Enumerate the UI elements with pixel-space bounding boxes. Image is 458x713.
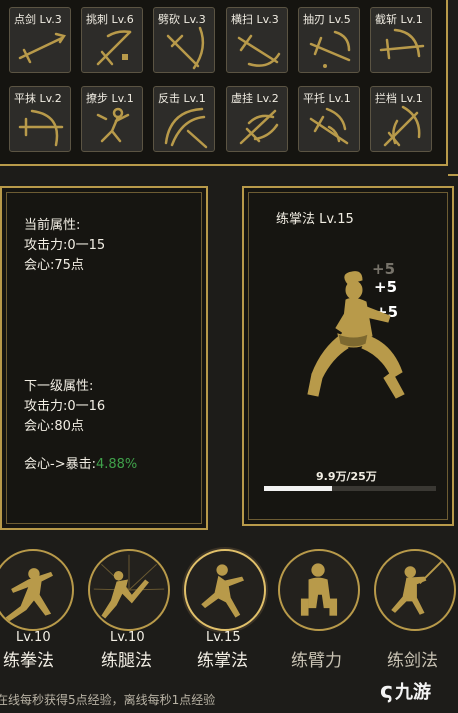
skill-tile-landang[interactable]: 拦档 Lv.1 [370,86,432,152]
skill-tile-tiaoci[interactable]: 挑刺 Lv.6 [81,7,143,73]
skill-tile-liaobu[interactable]: 撩步 Lv.1 [81,86,143,152]
next-crit: 会心:80点 [24,419,84,434]
current-crit: 会心:75点 [24,258,84,273]
training-progress-fill [264,486,333,491]
chop-icon [166,26,205,70]
next-attack: 攻击力:0一16 [24,399,106,414]
fist-stance-icon [5,568,53,622]
kick-icon [93,554,165,619]
technique-kick[interactable] [88,549,170,631]
intercept-slash-icon [379,28,425,60]
arm-strength-icon [300,563,338,616]
draw-blade-icon [309,30,351,68]
skill-tile-pikan[interactable]: 劈砍 Lv.3 [153,7,215,73]
training-progress-text: 9.9万/25万 [316,470,377,483]
sword-thrust-icon [18,32,66,64]
crit-conversion-label: 会心->暴击: [24,457,96,472]
technique-name: 练腿法 [101,651,152,671]
technique-name: 练掌法 [197,651,248,671]
sweep-icon [237,34,281,67]
sword-practice-icon [391,557,446,615]
crit-conversion: 会心->暴击:4.88% [24,453,137,472]
palm-training-character[interactable] [306,268,426,428]
technique-sword[interactable] [374,549,456,631]
flat-wipe-icon [18,109,64,147]
technique-level: Lv.10 [110,630,145,645]
skill-tile-chouren[interactable]: 抽刃 Lv.5 [298,7,360,73]
counter-icon [164,107,208,149]
current-attack: 攻击力:0一15 [24,238,106,253]
technique-level: Lv.10 [16,630,51,645]
feint-hang-icon [239,109,279,145]
watermark: ς 九游 [380,678,431,704]
exp-rate-note: 在线每秒获得5点经验，离线每秒1点经验 [0,693,216,707]
skill-tile-fanji[interactable]: 反击 Lv.1 [153,86,215,152]
crit-conversion-value: 4.88% [95,457,138,472]
lift-step-icon [96,107,130,143]
technique-name: 练臂力 [291,651,342,671]
skill-tile-dianjian[interactable]: 点剑 Lv.3 [9,7,71,73]
technique-name: 练剑法 [387,651,438,671]
block-icon [383,105,421,147]
technique-fist[interactable] [0,549,74,631]
training-panel: 练掌法 Lv.15 +5 +5 +5 9.9万/25万 [242,186,454,526]
training-title: 练掌法 Lv.15 [276,212,354,227]
next-attributes-heading: 下一级属性: [24,379,94,394]
skill-tile-xugua[interactable]: 虚挂 Lv.2 [226,86,288,152]
upward-stab-icon [96,30,132,66]
technique-arm[interactable] [278,549,360,631]
skill-tile-jiezhan[interactable]: 截斩 Lv.1 [370,7,432,73]
flat-lift-icon [309,107,349,145]
watermark-logo-icon: ς [380,679,394,704]
palm-stance-icon [201,564,245,618]
training-progress-bar [264,486,436,491]
watermark-text: 九游 [395,682,432,703]
skill-tile-hengsao[interactable]: 横扫 Lv.3 [226,7,288,73]
technique-name: 练拳法 [3,651,54,671]
technique-palm[interactable] [184,549,266,631]
skill-tile-pingmo[interactable]: 平抹 Lv.2 [9,86,71,152]
current-attributes-heading: 当前属性: [24,218,81,233]
technique-level: Lv.15 [206,630,241,645]
skill-tile-pingtuo[interactable]: 平托 Lv.1 [298,86,360,152]
